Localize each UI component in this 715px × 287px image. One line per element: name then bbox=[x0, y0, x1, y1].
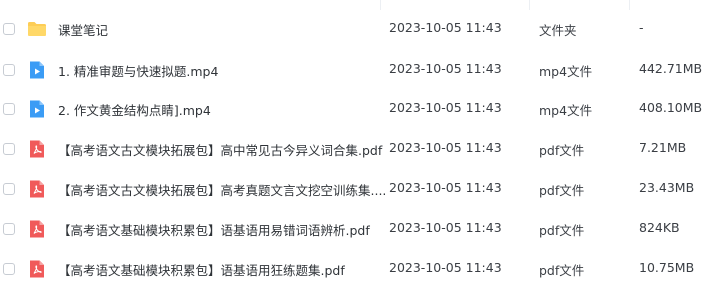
column-dividers bbox=[0, 0, 715, 10]
file-name-link[interactable]: 【高考语文古文模块拓展包】高考真题文言文挖空训练集.... bbox=[58, 180, 386, 199]
video-icon bbox=[27, 99, 47, 119]
modified-time: 2023-10-05 11:43 bbox=[389, 220, 502, 235]
file-name-link[interactable]: 1. 精准审题与快速拟题.mp4 bbox=[58, 61, 218, 80]
row-checkbox[interactable] bbox=[3, 183, 15, 195]
row-checkbox[interactable] bbox=[3, 23, 15, 35]
file-type: pdf文件 bbox=[539, 143, 585, 158]
modified-time: 2023-10-05 11:43 bbox=[389, 260, 502, 275]
pdf-icon bbox=[27, 219, 47, 239]
pdf-icon bbox=[27, 259, 47, 279]
file-type: mp4文件 bbox=[539, 64, 593, 79]
file-size: 824KB bbox=[639, 220, 680, 235]
file-type: 文件夹 bbox=[539, 23, 577, 38]
modified-time: 2023-10-05 11:43 bbox=[389, 61, 502, 76]
file-size: 7.21MB bbox=[639, 140, 687, 155]
file-name-link[interactable]: 2. 作文黄金结构点睛].mp4 bbox=[58, 100, 211, 119]
modified-time: 2023-10-05 11:43 bbox=[389, 180, 502, 195]
file-size: 408.10MB bbox=[639, 100, 703, 115]
file-name-link[interactable]: 【高考语文古文模块拓展包】高中常见古今异义词合集.pdf bbox=[58, 140, 382, 159]
file-type: pdf文件 bbox=[539, 183, 585, 198]
video-icon bbox=[27, 60, 47, 80]
file-name-link[interactable]: 【高考语文基础模块积累包】语基语用易错词语辨析.pdf bbox=[58, 220, 370, 239]
row-checkbox[interactable] bbox=[3, 223, 15, 235]
file-size: 10.75MB bbox=[639, 260, 695, 275]
modified-time: 2023-10-05 11:43 bbox=[389, 140, 502, 155]
file-size: 442.71MB bbox=[639, 61, 703, 76]
file-name-link[interactable]: 课堂笔记 bbox=[58, 20, 108, 39]
folder-icon bbox=[27, 19, 47, 39]
file-type: mp4文件 bbox=[539, 103, 593, 118]
row-checkbox[interactable] bbox=[3, 263, 15, 275]
row-checkbox[interactable] bbox=[3, 103, 15, 115]
file-name-link[interactable]: 【高考语文基础模块积累包】语基语用狂练题集.pdf bbox=[58, 260, 345, 279]
row-checkbox[interactable] bbox=[3, 64, 15, 76]
file-size: 23.43MB bbox=[639, 180, 695, 195]
file-type: pdf文件 bbox=[539, 223, 585, 238]
file-type: pdf文件 bbox=[539, 263, 585, 278]
pdf-icon bbox=[27, 179, 47, 199]
pdf-icon bbox=[27, 139, 47, 159]
file-size: - bbox=[639, 20, 644, 35]
modified-time: 2023-10-05 11:43 bbox=[389, 20, 502, 35]
modified-time: 2023-10-05 11:43 bbox=[389, 100, 502, 115]
row-checkbox[interactable] bbox=[3, 143, 15, 155]
